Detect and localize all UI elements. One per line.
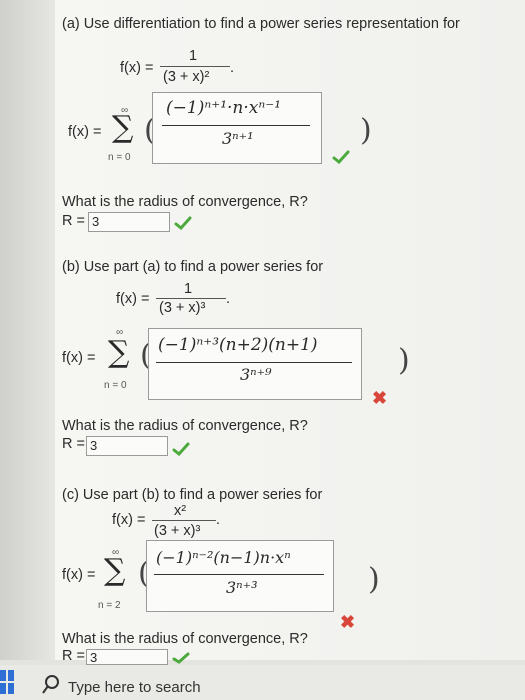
part-a-answer-denominator: 3ⁿ⁺¹	[222, 129, 254, 148]
part-c-radius-input[interactable]: 3	[86, 649, 168, 665]
part-a-fx-label: f(x) =	[120, 60, 154, 76]
part-c-period: .	[216, 512, 221, 528]
part-b-radius-question: What is the radius of convergence, R?	[62, 418, 308, 434]
part-a-correct-check-icon	[332, 150, 350, 164]
part-b-sum-bottom: n = 0	[104, 380, 127, 391]
part-b-answer-bar	[156, 362, 352, 363]
windows-start-icon[interactable]	[0, 668, 14, 696]
part-b-fraction-bar	[156, 298, 226, 299]
part-c-radius-question: What is the radius of convergence, R?	[62, 631, 308, 647]
part-a-denominator: (3 + x)²	[163, 69, 210, 85]
search-icon[interactable]	[42, 675, 60, 695]
part-b-answer-denominator: 3ⁿ⁺⁹	[240, 365, 272, 384]
part-c-answer-bar	[154, 574, 324, 575]
part-a-radius-input[interactable]: 3	[88, 212, 170, 232]
part-b-answer-numerator: (−1)ⁿ⁺³(n+2)(n+1)	[158, 335, 318, 355]
part-c-close-paren: )	[368, 562, 380, 597]
part-c-sigma: ∑	[104, 553, 126, 588]
part-c-radius-check-icon	[172, 652, 190, 664]
part-b-close-paren: )	[398, 343, 410, 378]
part-a-sigma: ∑	[112, 110, 134, 145]
part-b-radius-value: 3	[90, 438, 98, 453]
part-c-radius-value: 3	[90, 650, 98, 665]
part-c-series-lhs: f(x) =	[62, 567, 96, 583]
part-b-incorrect-x-icon: ✖	[372, 388, 388, 408]
part-c-denominator: (3 + x)³	[154, 523, 201, 539]
part-a-close-paren: )	[360, 113, 372, 148]
part-c-numerator: x²	[174, 503, 187, 519]
part-b-denominator: (3 + x)³	[159, 300, 206, 316]
part-b-radius-check-icon	[172, 442, 190, 456]
part-a-radius-question: What is the radius of convergence, R?	[62, 194, 308, 210]
part-c-fx-label: f(x) =	[112, 512, 146, 528]
part-a-answer-bar	[162, 125, 310, 126]
part-a-fraction-bar	[160, 66, 230, 67]
part-c-fraction-bar	[152, 520, 216, 521]
part-b-radius-input[interactable]: 3	[86, 436, 168, 456]
part-a-series-lhs: f(x) =	[68, 124, 102, 140]
part-a-answer-numerator: (−1)ⁿ⁺¹·n·xⁿ⁻¹	[166, 98, 282, 118]
screen-edge	[0, 0, 55, 660]
part-b-question: (b) Use part (a) to find a power series …	[62, 259, 324, 275]
part-c-answer-numerator: (−1)ⁿ⁻²(n−1)n·xⁿ	[156, 548, 291, 567]
part-c-question: (c) Use part (b) to find a power series …	[62, 487, 323, 503]
part-b-fx-label: f(x) =	[116, 291, 150, 307]
part-b-numerator: 1	[184, 281, 193, 297]
part-c-sum-bottom: n = 2	[98, 600, 121, 611]
part-c-answer-denominator: 3ⁿ⁺³	[226, 578, 258, 597]
part-b-radius-label: R =	[62, 436, 85, 452]
part-a-radius-label: R =	[62, 213, 85, 229]
part-c-incorrect-x-icon: ✖	[340, 612, 356, 632]
part-a-sum-bottom: n = 0	[108, 152, 131, 163]
part-a-period: .	[230, 60, 235, 76]
part-b-sigma: ∑	[108, 335, 130, 370]
part-b-period: .	[226, 291, 231, 307]
taskbar-search-input[interactable]: Type here to search	[68, 679, 201, 696]
part-a-radius-check-icon	[174, 216, 192, 230]
part-c-radius-label: R =	[62, 648, 85, 664]
part-a-numerator: 1	[189, 48, 198, 64]
part-a-radius-value: 3	[92, 214, 100, 229]
part-b-series-lhs: f(x) =	[62, 350, 96, 366]
part-a-question: (a) Use differentiation to find a power …	[62, 16, 460, 32]
